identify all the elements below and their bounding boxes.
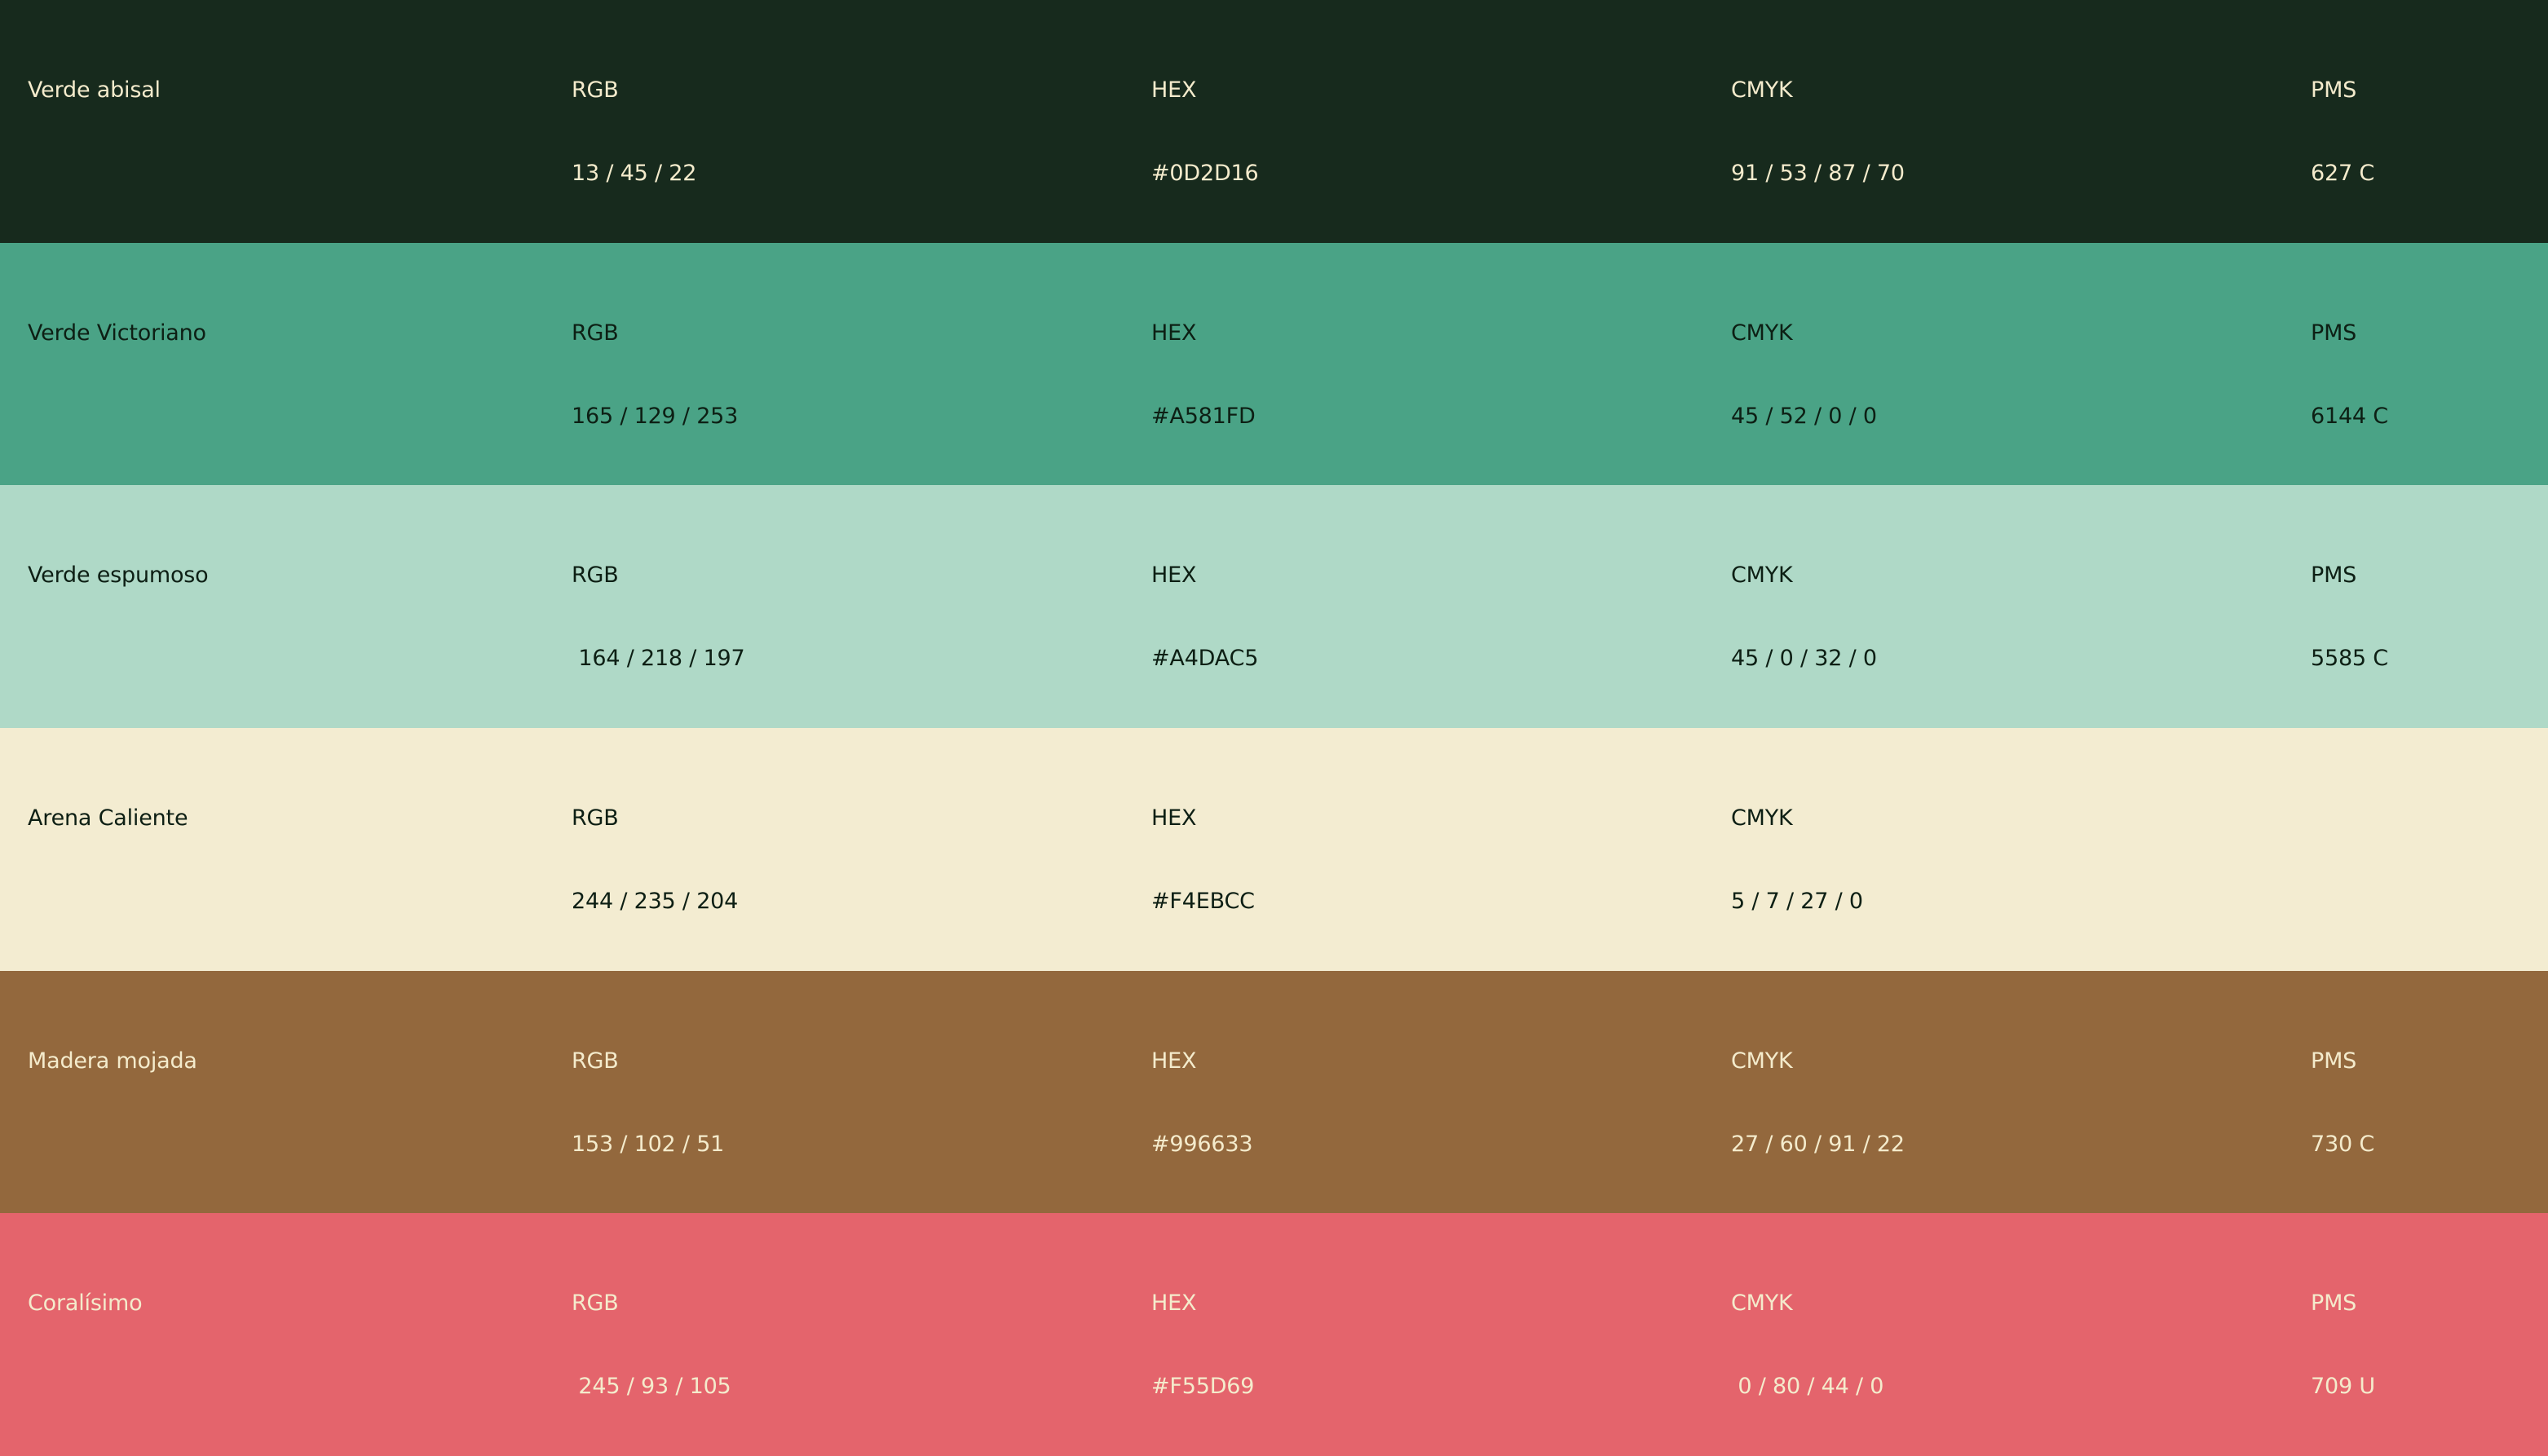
rgb-column: RGB 245 / 93 / 105 (572, 1234, 731, 1456)
color-band-verde-espumoso: Verde espumoso RGB 164 / 218 / 197 HEX #… (0, 485, 2548, 729)
color-name-text: Verde abisal (28, 77, 161, 103)
pms-column: PMS 709 U (2311, 1234, 2375, 1456)
pms-label: PMS (2311, 1048, 2357, 1074)
cmyk-label: CMYK (1731, 805, 1793, 832)
color-name: Verde abisal (28, 21, 161, 160)
hex-label: HEX (1151, 320, 1197, 346)
rgb-label: RGB (572, 805, 619, 832)
color-name-text: Verde espumoso (28, 563, 209, 589)
hex-value: #A4DAC5 (1151, 646, 1259, 672)
hex-column: HEX #A4DAC5 (1151, 506, 1258, 728)
color-name-text: Verde Victoriano (28, 320, 206, 346)
color-name-text: Madera mojada (28, 1048, 197, 1074)
cmyk-value: 91 / 53 / 87 / 70 (1731, 161, 1905, 186)
rgb-column: RGB 164 / 218 / 197 (572, 506, 745, 728)
rgb-column: RGB 244 / 235 / 204 (572, 749, 738, 971)
hex-value: #F55D69 (1151, 1374, 1255, 1400)
pms-label: PMS (2311, 320, 2357, 346)
pms-value: 6144 C (2311, 403, 2388, 429)
pms-label: PMS (2311, 563, 2357, 589)
hex-value: #0D2D16 (1151, 161, 1259, 186)
cmyk-label: CMYK (1731, 1291, 1793, 1317)
pms-value: 709 U (2311, 1374, 2375, 1400)
color-name: Coralísimo (28, 1234, 143, 1373)
pms-label: PMS (2311, 77, 2357, 103)
cmyk-column: CMYK 91 / 53 / 87 / 70 (1731, 21, 1905, 243)
color-name-text: Arena Caliente (28, 805, 188, 832)
hex-value: #996633 (1151, 1131, 1253, 1157)
rgb-label: RGB (572, 77, 619, 103)
hex-column: HEX #996633 (1151, 992, 1252, 1214)
color-palette: Verde abisal RGB 13 / 45 / 22 HEX #0D2D1… (0, 0, 2548, 1456)
hex-label: HEX (1151, 1291, 1197, 1317)
rgb-value: 244 / 235 / 204 (572, 889, 739, 915)
cmyk-value: 45 / 52 / 0 / 0 (1731, 403, 1877, 429)
hex-value: #F4EBCC (1151, 889, 1255, 915)
cmyk-label: CMYK (1731, 563, 1793, 589)
color-band-arena-caliente: Arena Caliente RGB 244 / 235 / 204 HEX #… (0, 728, 2548, 971)
rgb-column: RGB 165 / 129 / 253 (572, 264, 738, 486)
hex-column: HEX #0D2D16 (1151, 21, 1259, 243)
cmyk-value: 27 / 60 / 91 / 22 (1731, 1131, 1905, 1157)
cmyk-value: 45 / 0 / 32 / 0 (1731, 646, 1877, 672)
pms-column: PMS 730 C (2311, 992, 2374, 1214)
cmyk-column: CMYK 45 / 52 / 0 / 0 (1731, 264, 1877, 486)
hex-label: HEX (1151, 805, 1197, 832)
rgb-label: RGB (572, 1291, 619, 1317)
color-band-verde-victoriano: Verde Victoriano RGB 165 / 129 / 253 HEX… (0, 242, 2548, 486)
hex-label: HEX (1151, 563, 1197, 589)
pms-column: PMS 5585 C (2311, 506, 2388, 728)
color-band-madera-mojada: Madera mojada RGB 153 / 102 / 51 HEX #99… (0, 970, 2548, 1214)
rgb-label: RGB (572, 320, 619, 346)
hex-value: #A581FD (1151, 403, 1256, 429)
hex-column: HEX #F4EBCC (1151, 749, 1255, 971)
rgb-label: RGB (572, 1048, 619, 1074)
color-name: Arena Caliente (28, 749, 188, 888)
cmyk-value: 5 / 7 / 27 / 0 (1731, 889, 1863, 915)
rgb-value: 245 / 93 / 105 (572, 1374, 731, 1400)
pms-value: 5585 C (2311, 646, 2388, 672)
color-name: Verde espumoso (28, 506, 209, 645)
hex-label: HEX (1151, 77, 1197, 103)
cmyk-column: CMYK 45 / 0 / 32 / 0 (1731, 506, 1877, 728)
pms-value: 730 C (2311, 1131, 2374, 1157)
rgb-value: 153 / 102 / 51 (572, 1131, 725, 1157)
rgb-column: RGB 13 / 45 / 22 (572, 21, 696, 243)
cmyk-column: CMYK 5 / 7 / 27 / 0 (1731, 749, 1863, 971)
color-name-text: Coralísimo (28, 1291, 143, 1317)
cmyk-column: CMYK 27 / 60 / 91 / 22 (1731, 992, 1905, 1214)
color-band-coralisimo: Coralísimo RGB 245 / 93 / 105 HEX #F55D6… (0, 1213, 2548, 1456)
cmyk-label: CMYK (1731, 320, 1793, 346)
color-name: Verde Victoriano (28, 264, 206, 403)
color-band-verde-abisal: Verde abisal RGB 13 / 45 / 22 HEX #0D2D1… (0, 0, 2548, 243)
cmyk-value: 0 / 80 / 44 / 0 (1731, 1374, 1884, 1400)
cmyk-label: CMYK (1731, 1048, 1793, 1074)
rgb-value: 13 / 45 / 22 (572, 161, 697, 186)
rgb-value: 165 / 129 / 253 (572, 403, 739, 429)
color-name: Madera mojada (28, 992, 197, 1131)
hex-column: HEX #F55D69 (1151, 1234, 1254, 1456)
pms-value: 627 C (2311, 161, 2374, 186)
pms-column: PMS 627 C (2311, 21, 2374, 243)
cmyk-label: CMYK (1731, 77, 1793, 103)
cmyk-column: CMYK 0 / 80 / 44 / 0 (1731, 1234, 1883, 1456)
rgb-label: RGB (572, 563, 619, 589)
rgb-column: RGB 153 / 102 / 51 (572, 992, 724, 1214)
pms-column: PMS 6144 C (2311, 264, 2388, 486)
rgb-value: 164 / 218 / 197 (572, 646, 745, 672)
hex-column: HEX #A581FD (1151, 264, 1256, 486)
pms-label: PMS (2311, 1291, 2357, 1317)
hex-label: HEX (1151, 1048, 1197, 1074)
